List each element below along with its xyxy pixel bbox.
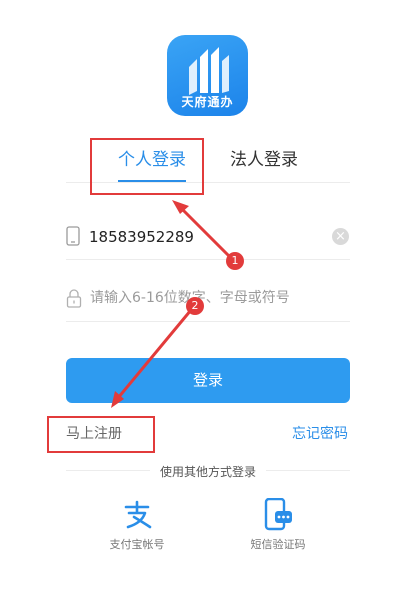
forgot-password-link[interactable]: 忘记密码 — [292, 424, 348, 444]
app-name: 天府通办 — [181, 95, 234, 109]
clear-icon[interactable]: × — [332, 228, 349, 245]
other-methods-title: 使用其他方式登录 — [66, 463, 350, 481]
sms-icon — [264, 498, 292, 531]
alipay-login-option[interactable]: 支付宝帐号 — [87, 498, 187, 552]
field-divider — [66, 259, 350, 260]
password-field[interactable] — [88, 286, 342, 310]
phone-icon — [66, 226, 80, 246]
sms-label: 短信验证码 — [250, 538, 306, 551]
tab-corporate-login[interactable]: 法人登录 — [222, 148, 306, 172]
alipay-label: 支付宝帐号 — [109, 538, 165, 551]
alipay-icon — [124, 500, 152, 529]
annotation-marker-1: 1 — [226, 252, 244, 270]
app-logo: 天府通办 — [167, 35, 248, 116]
annotation-box-tab — [90, 138, 204, 195]
lock-icon — [66, 289, 82, 308]
field-divider — [66, 321, 350, 322]
other-methods-title-text: 使用其他方式登录 — [149, 465, 266, 479]
annotation-box-register — [47, 416, 155, 453]
phone-number-field[interactable]: 18583952289 — [89, 227, 289, 247]
sms-login-option[interactable]: 短信验证码 — [228, 498, 328, 552]
login-button[interactable]: 登录 — [66, 358, 350, 403]
annotation-marker-2: 2 — [186, 297, 204, 315]
